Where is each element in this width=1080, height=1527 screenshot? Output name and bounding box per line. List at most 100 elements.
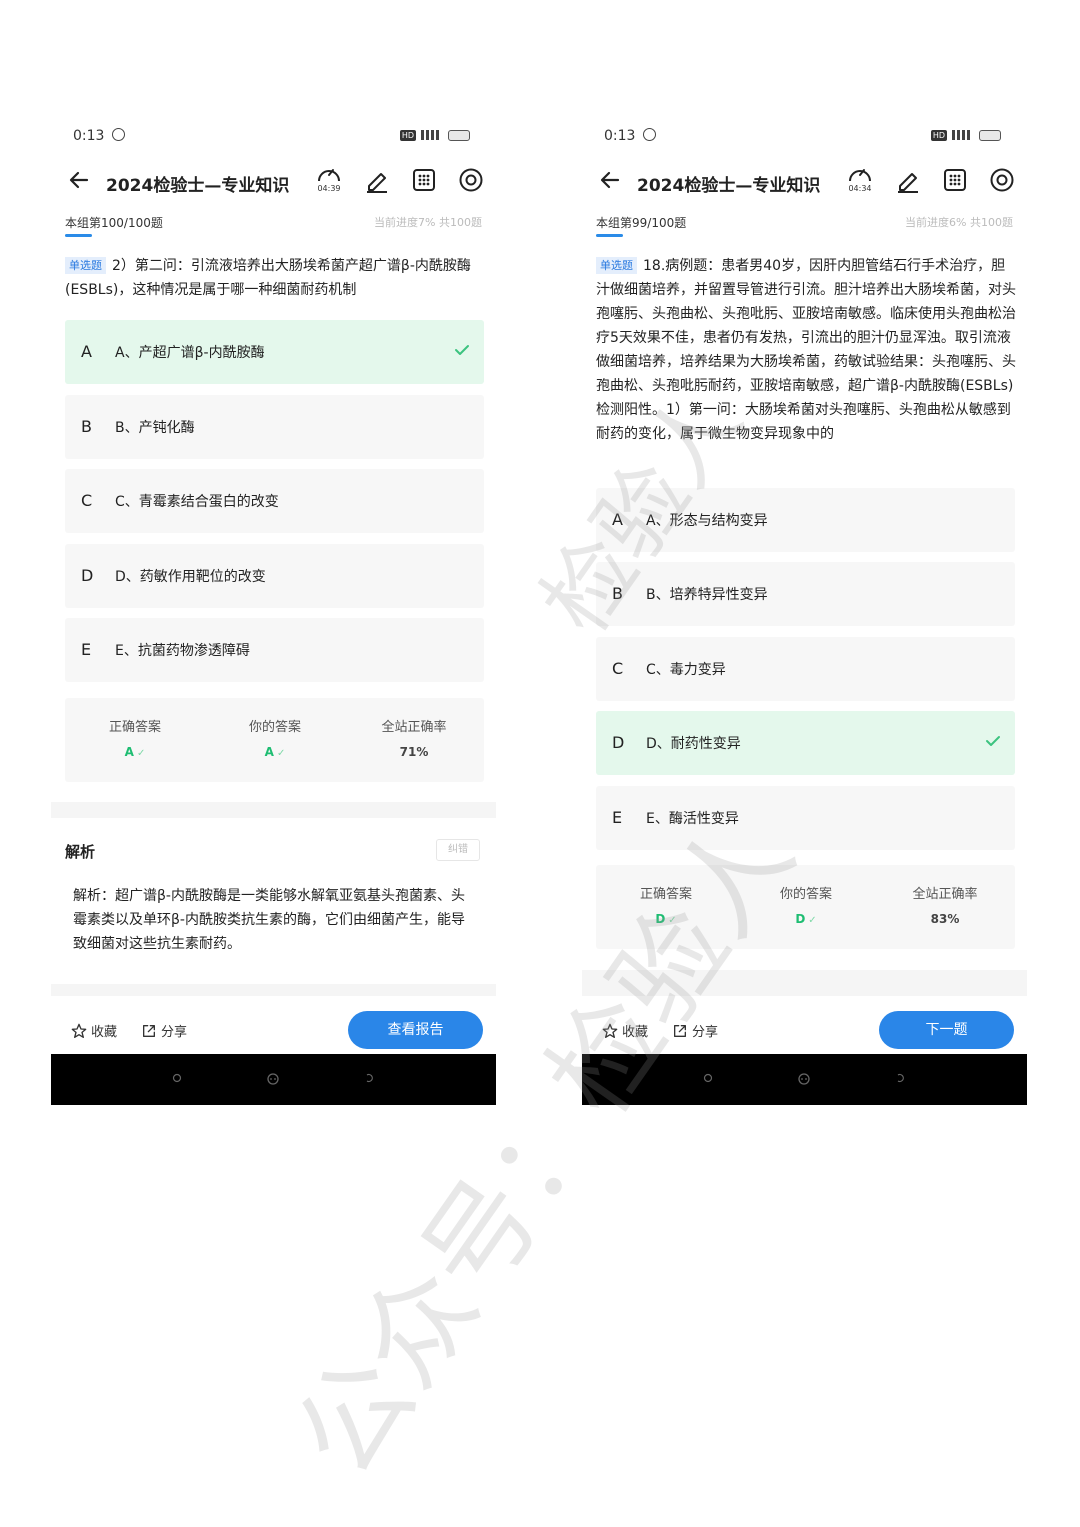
- settings-icon[interactable]: [989, 167, 1015, 193]
- correct-answer-value: A: [124, 745, 134, 759]
- option-a[interactable]: A A、产超广谱β-内酰胺酶: [65, 320, 484, 384]
- correct-answer-stat: 正确答案 D ✓: [639, 887, 692, 926]
- bottom-action-bar: 收藏 分享 下一题: [582, 1008, 1027, 1054]
- share-icon: [143, 1024, 155, 1037]
- home-icon[interactable]: [703, 1073, 713, 1083]
- timer-icon: [318, 169, 340, 182]
- timer-value: 04:39: [317, 184, 341, 193]
- answer-sheet-icon[interactable]: [411, 167, 437, 193]
- section-divider: [51, 984, 496, 996]
- signal-icon: [952, 130, 974, 140]
- system-back-icon[interactable]: [364, 1073, 374, 1083]
- option-b[interactable]: B B、培养特异性变异: [596, 562, 1015, 626]
- status-time: 0:13: [604, 128, 636, 144]
- your-answer-value: A: [264, 745, 274, 759]
- question-text: 单选题 18.病例题：患者男40岁，因肝内胆管结石行手术治疗，胆汁做细菌培养，并留…: [596, 254, 1016, 446]
- view-report-button[interactable]: 查看报告: [348, 1011, 483, 1049]
- hd-icon: HD: [930, 129, 947, 141]
- favorite-button[interactable]: 收藏: [71, 1021, 117, 1040]
- question-type-badge: 单选题: [596, 257, 637, 274]
- check-icon: ✓: [276, 748, 286, 759]
- option-letter: A: [612, 510, 623, 529]
- report-error-button[interactable]: 纠错: [436, 839, 480, 861]
- signal-icon: [421, 130, 443, 140]
- answer-sheet-icon[interactable]: [942, 167, 968, 193]
- back-arrow-icon[interactable]: [598, 168, 622, 192]
- option-text: C、毒力变异: [646, 662, 726, 678]
- group-progress-label: 本组第100/100题: [65, 216, 163, 230]
- battery-icon: [448, 129, 470, 141]
- accuracy-rate-stat: 全站正确率 83%: [875, 865, 1015, 949]
- star-icon: [71, 1023, 87, 1038]
- share-icon: [674, 1024, 686, 1037]
- alarm-icon: [111, 128, 125, 141]
- option-d[interactable]: D D、耐药性变异: [596, 711, 1015, 775]
- check-icon: ✓: [668, 915, 677, 926]
- option-letter: E: [612, 808, 623, 827]
- overall-progress-label: 当前进度7% 共100题: [374, 216, 482, 229]
- share-button[interactable]: 分享: [672, 1021, 718, 1040]
- edit-icon[interactable]: [895, 167, 921, 193]
- option-e[interactable]: E E、酶活性变异: [596, 786, 1015, 850]
- question-body: 2）第二问：引流液培养出大肠埃希菌产超广谱β-内酰胺酶(ESBLs)，这种情况是…: [65, 258, 471, 298]
- analysis-title: 解析: [65, 843, 96, 861]
- option-letter: C: [81, 491, 93, 510]
- nav-bar: 2024检验士—专业知识 04:34: [582, 164, 1027, 200]
- your-answer-value: D: [795, 912, 806, 926]
- option-letter: D: [612, 733, 625, 752]
- option-c[interactable]: C C、青霉素结合蛋白的改变: [65, 469, 484, 533]
- correct-answer-value: D: [655, 912, 666, 926]
- option-text: B、培养特异性变异: [646, 587, 768, 603]
- status-bar: 0:13 HD: [51, 108, 496, 164]
- timer-value: 04:34: [848, 184, 872, 193]
- timer-button[interactable]: 04:34: [845, 164, 875, 194]
- accuracy-rate-value: 83%: [930, 912, 960, 926]
- settings-icon[interactable]: [458, 167, 484, 193]
- favorite-button[interactable]: 收藏: [602, 1021, 648, 1040]
- question-body: 18.病例题：患者男40岁，因肝内胆管结石行手术治疗，胆汁做细菌培养，并留置导管…: [596, 258, 1016, 442]
- option-d[interactable]: D D、药敏作用靶位的改变: [65, 544, 484, 608]
- question-text: 单选题 2）第二问：引流液培养出大肠埃希菌产超广谱β-内酰胺酶(ESBLs)，这种…: [65, 254, 485, 302]
- share-button[interactable]: 分享: [141, 1021, 187, 1040]
- system-back-icon[interactable]: [895, 1073, 905, 1083]
- assistant-icon[interactable]: [797, 1073, 811, 1085]
- answer-stats: 正确答案 A ✓ 你的答案 A ✓ 全站正确率 71%: [65, 698, 484, 782]
- overall-progress-label: 当前进度6% 共100题: [905, 216, 1013, 229]
- option-a[interactable]: A A、形态与结构变异: [596, 488, 1015, 552]
- group-progress-label: 本组第99/100题: [596, 216, 687, 230]
- check-icon: [455, 345, 469, 355]
- progress-row: 本组第100/100题 当前进度7% 共100题: [51, 212, 496, 238]
- status-bar: 0:13 HD: [582, 108, 1027, 164]
- answer-stats: 正确答案 D ✓ 你的答案 D ✓ 全站正确率 83%: [596, 865, 1015, 949]
- option-text: D、药敏作用靶位的改变: [115, 569, 266, 585]
- option-b[interactable]: B B、产钝化酶: [65, 395, 484, 459]
- timer-icon: [849, 169, 871, 182]
- option-letter: A: [81, 342, 92, 361]
- option-c[interactable]: C C、毒力变异: [596, 637, 1015, 701]
- option-text: B、产钝化酶: [115, 420, 195, 436]
- star-icon: [602, 1023, 618, 1038]
- accuracy-rate-stat: 全站正确率 71%: [344, 698, 484, 782]
- section-divider: [51, 802, 496, 818]
- assistant-icon[interactable]: [266, 1073, 280, 1085]
- nav-bar: 2024检验士—专业知识 04:39: [51, 164, 496, 200]
- accuracy-rate-value: 71%: [399, 745, 429, 759]
- option-text: E、酶活性变异: [646, 811, 739, 827]
- edit-icon[interactable]: [364, 167, 390, 193]
- system-navigation-bar: [582, 1054, 1027, 1105]
- correct-answer-stat: 正确答案 A ✓: [108, 720, 161, 759]
- back-arrow-icon[interactable]: [67, 168, 91, 192]
- your-answer-stat: 你的答案 D ✓: [779, 887, 832, 926]
- hd-icon: HD: [399, 129, 416, 141]
- status-time: 0:13: [73, 128, 105, 144]
- alarm-icon: [642, 128, 656, 141]
- option-e[interactable]: E E、抗菌药物渗透障碍: [65, 618, 484, 682]
- your-answer-stat: 你的答案 A ✓: [248, 720, 301, 759]
- timer-button[interactable]: 04:39: [314, 164, 344, 194]
- system-navigation-bar: [51, 1054, 496, 1105]
- option-text: C、青霉素结合蛋白的改变: [115, 494, 279, 510]
- next-question-button[interactable]: 下一题: [879, 1011, 1014, 1049]
- option-letter: D: [81, 566, 94, 585]
- home-icon[interactable]: [172, 1073, 182, 1083]
- bottom-action-bar: 收藏 分享 查看报告: [51, 1008, 496, 1054]
